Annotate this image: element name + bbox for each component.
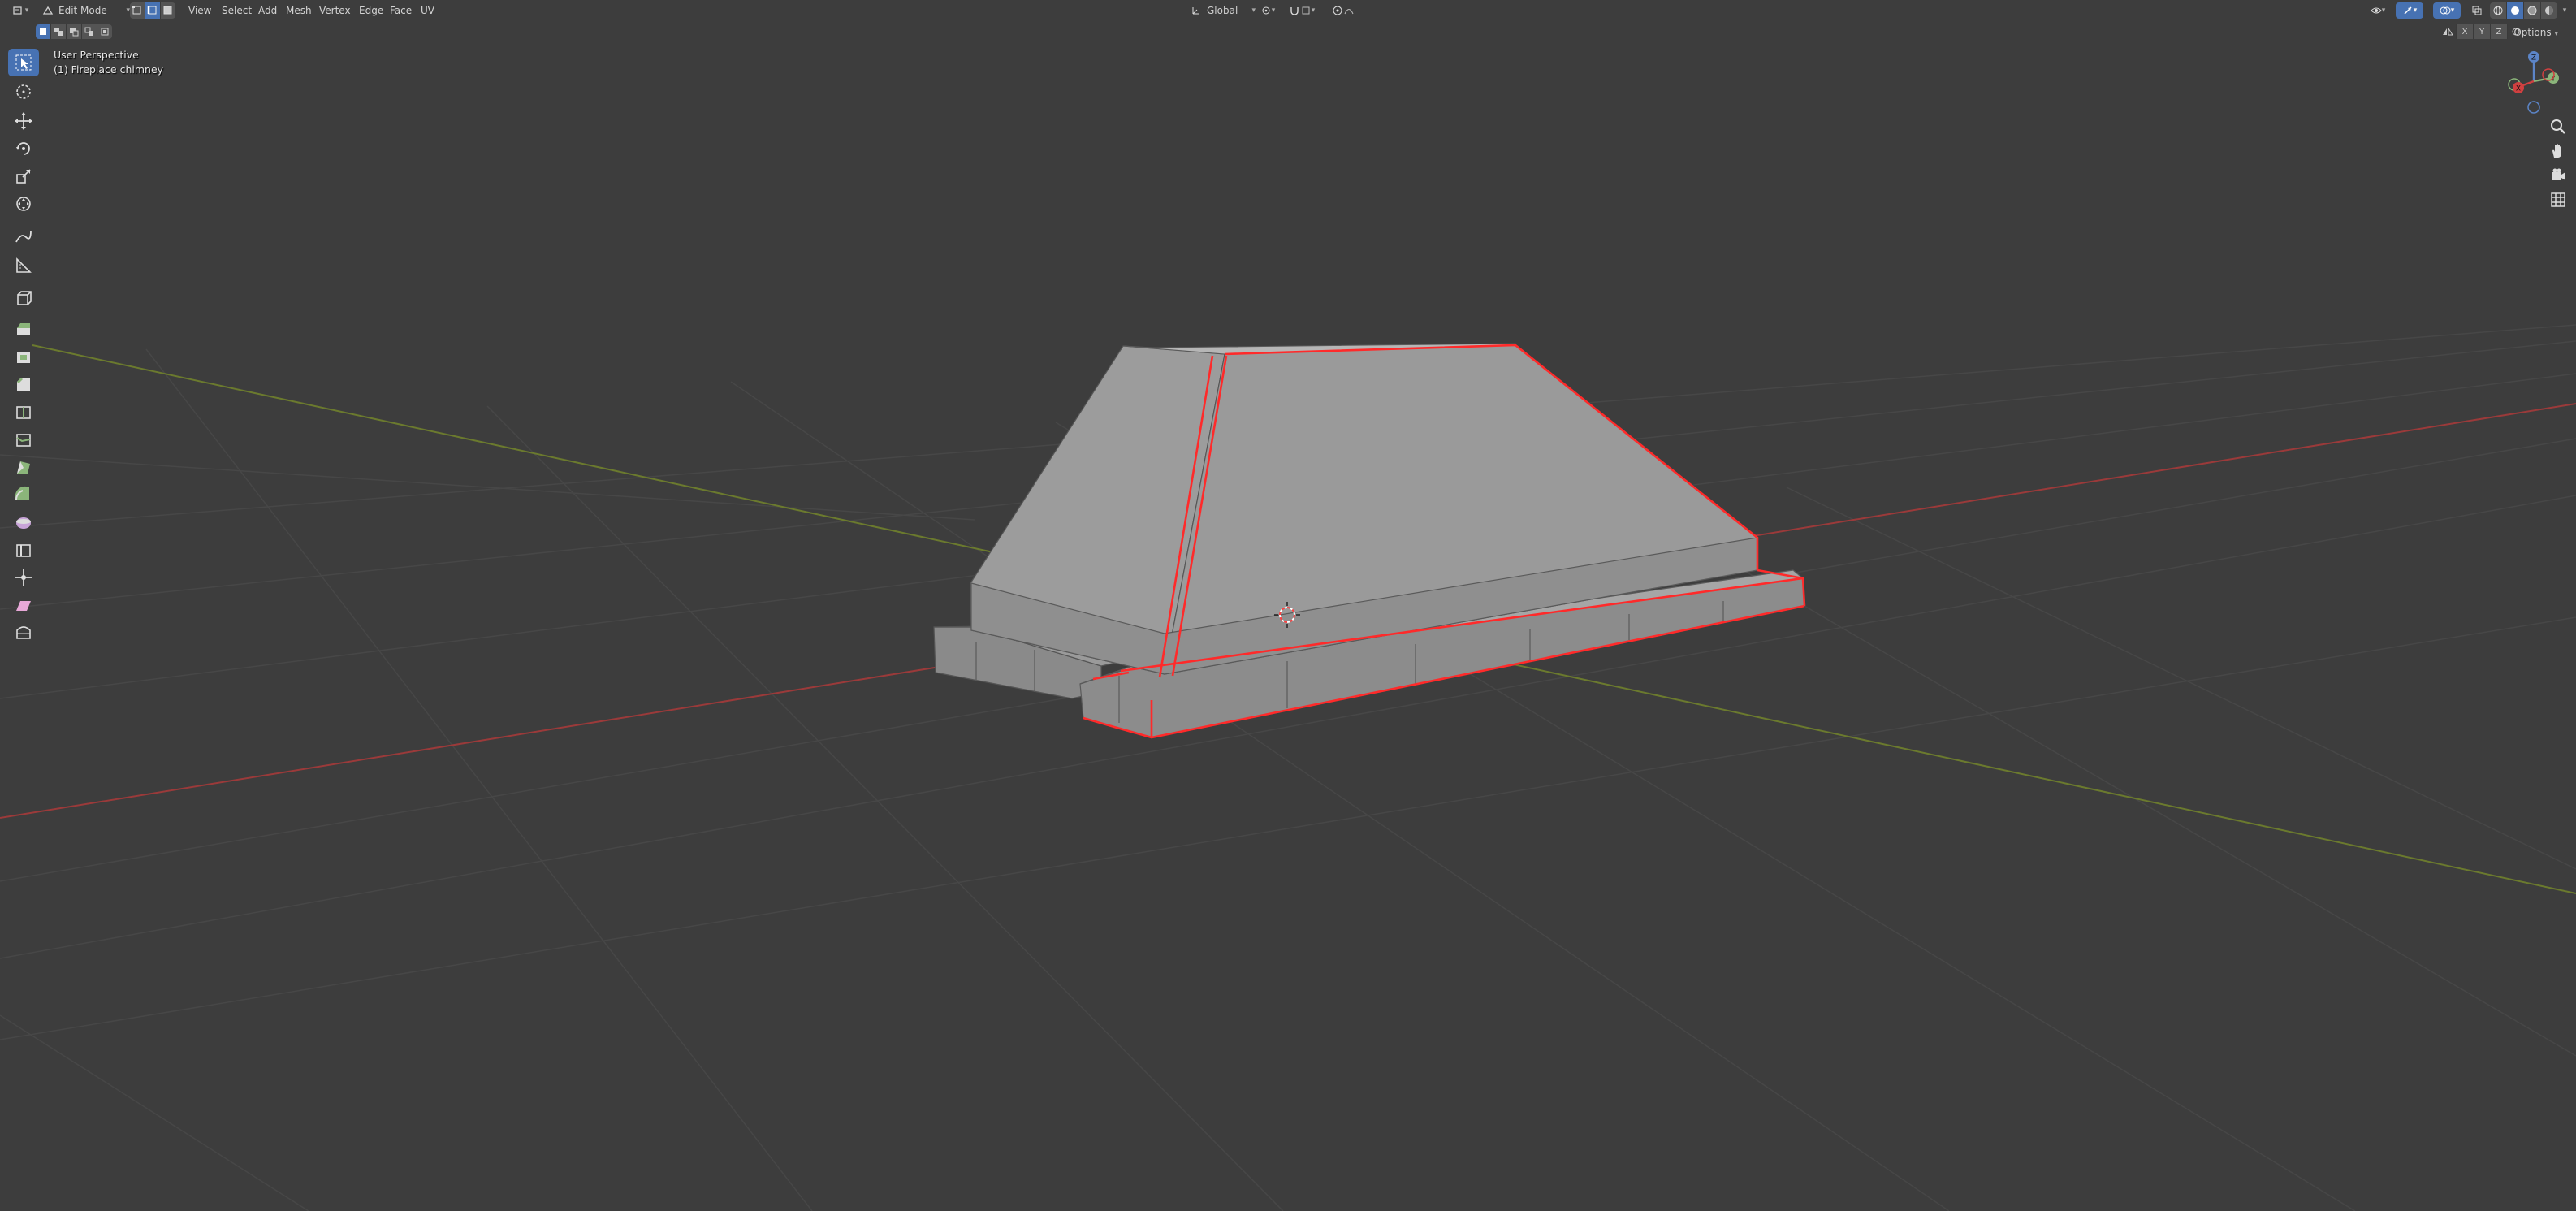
face-select-icon[interactable] bbox=[161, 2, 175, 19]
edge-slide-icon[interactable] bbox=[8, 536, 39, 564]
mesh-symmetry-icon[interactable] bbox=[2440, 24, 2457, 39]
menu-vertex[interactable]: Vertex bbox=[314, 2, 356, 19]
chevron-down-icon: ▾ bbox=[2562, 6, 2567, 15]
extrude-region-icon[interactable] bbox=[8, 315, 39, 343]
rotate-icon[interactable] bbox=[8, 135, 39, 162]
scale-icon[interactable] bbox=[8, 162, 39, 190]
orthographic-grid-icon[interactable] bbox=[2545, 187, 2571, 213]
active-object-label: (1) Fireplace chimney bbox=[54, 63, 164, 76]
shading-options-button[interactable]: ▾ bbox=[2558, 2, 2571, 19]
rip-region-icon[interactable] bbox=[8, 619, 39, 647]
3d-viewport[interactable] bbox=[0, 0, 2576, 1211]
svg-text:Z: Z bbox=[2531, 54, 2536, 63]
shear-icon[interactable] bbox=[8, 591, 39, 619]
global-orientation-icon bbox=[1192, 7, 1199, 15]
inset-faces-icon[interactable] bbox=[8, 343, 39, 370]
visibility-icon[interactable]: ▾ bbox=[2365, 2, 2391, 19]
menu-edge[interactable]: Edge bbox=[354, 2, 388, 19]
mirror-y-toggle[interactable]: Y bbox=[2474, 24, 2491, 39]
smooth-icon[interactable] bbox=[8, 508, 39, 536]
subtract-selection-icon[interactable] bbox=[67, 24, 82, 39]
menu-view[interactable]: View bbox=[184, 2, 216, 19]
menu-select[interactable]: Select bbox=[217, 2, 257, 19]
annotate-icon[interactable] bbox=[8, 223, 39, 250]
invert-selection-icon[interactable] bbox=[82, 24, 97, 39]
pivot-point-icon[interactable]: ▾ bbox=[1256, 2, 1280, 19]
vertex-select-icon[interactable] bbox=[130, 2, 145, 19]
knife-icon[interactable] bbox=[8, 426, 39, 453]
xray-icon[interactable] bbox=[2469, 2, 2485, 19]
shading-rendered-icon[interactable] bbox=[2541, 2, 2557, 19]
cursor-icon[interactable] bbox=[8, 78, 39, 106]
gizmo-icon[interactable]: ▾ bbox=[2396, 2, 2423, 19]
navigation-gizmo[interactable]: Z Y X bbox=[2501, 44, 2566, 117]
shading-solid-icon[interactable] bbox=[2507, 2, 2524, 19]
mode-label: Edit Mode bbox=[58, 5, 107, 16]
menu-face[interactable]: Face bbox=[385, 2, 417, 19]
shading-material-icon[interactable] bbox=[2524, 2, 2541, 19]
menu-add[interactable]: Add bbox=[253, 2, 282, 19]
menu-mesh[interactable]: Mesh bbox=[281, 2, 317, 19]
shading-wireframe-icon[interactable] bbox=[2490, 2, 2507, 19]
orientation-label: Global bbox=[1207, 5, 1238, 16]
edge-select-icon[interactable] bbox=[145, 2, 161, 19]
zoom-icon[interactable] bbox=[2545, 114, 2571, 140]
shading-mode-group bbox=[2490, 2, 2557, 19]
editor-type-button[interactable]: ▾ bbox=[6, 2, 34, 19]
svg-text:X: X bbox=[2516, 85, 2521, 93]
mirror-x-toggle[interactable]: X bbox=[2457, 24, 2474, 39]
pan-hand-icon[interactable] bbox=[2545, 138, 2571, 164]
mode-dropdown[interactable]: Edit Mode ▾ bbox=[37, 2, 135, 19]
move-icon[interactable] bbox=[8, 107, 39, 135]
viewport-editor-icon bbox=[13, 6, 22, 15]
mirror-z-toggle[interactable]: Z bbox=[2491, 24, 2508, 39]
bevel-icon[interactable] bbox=[8, 370, 39, 398]
transform-icon[interactable] bbox=[8, 190, 39, 218]
chevron-down-icon: ▾ bbox=[2554, 30, 2558, 38]
extend-selection-icon[interactable] bbox=[51, 24, 67, 39]
edit-mode-icon bbox=[42, 6, 54, 15]
camera-view-icon[interactable] bbox=[2545, 162, 2571, 188]
view-perspective-label: User Perspective bbox=[54, 49, 139, 61]
spin-icon[interactable] bbox=[8, 481, 39, 508]
select-box-icon[interactable] bbox=[8, 49, 39, 76]
intersect-selection-icon[interactable] bbox=[97, 24, 112, 39]
options-menu[interactable]: Options ▾ bbox=[2513, 27, 2558, 38]
snap-icon[interactable]: ▾ bbox=[1283, 2, 1320, 19]
proportional-editing-icon[interactable] bbox=[1327, 2, 1359, 19]
select-mode-group bbox=[130, 2, 175, 19]
add-cube-icon[interactable] bbox=[8, 284, 39, 312]
options-label: Options bbox=[2513, 27, 2552, 38]
selection-mode-row bbox=[36, 24, 112, 39]
menu-uv[interactable]: UV bbox=[416, 2, 439, 19]
overlay-icon[interactable]: ▾ bbox=[2433, 2, 2461, 19]
mirror-axis-row: X Y Z bbox=[2440, 24, 2524, 39]
poly-build-icon[interactable] bbox=[8, 453, 39, 481]
shrink-fatten-icon[interactable] bbox=[8, 564, 39, 591]
loop-cut-icon[interactable] bbox=[8, 398, 39, 426]
viewport-header: ▾ Edit Mode ▾ View Select Add Mesh Verte… bbox=[0, 0, 2576, 21]
set-selection-new-icon[interactable] bbox=[36, 24, 51, 39]
transform-orientation-dropdown[interactable]: Global ▾ bbox=[1186, 2, 1260, 19]
measure-icon[interactable] bbox=[8, 252, 39, 279]
